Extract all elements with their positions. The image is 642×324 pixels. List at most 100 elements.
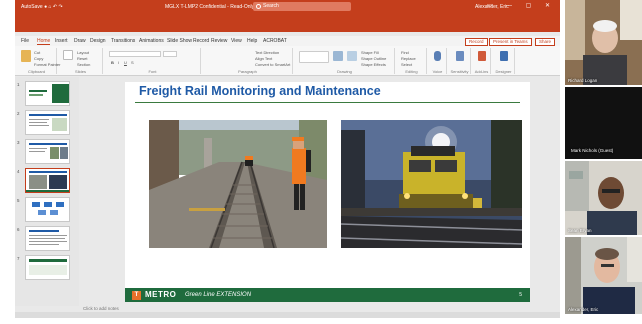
present-in-teams-button[interactable]: Present in Teams bbox=[489, 38, 532, 46]
replace-label[interactable]: Replace bbox=[401, 56, 416, 61]
group-slides: Layout Reset Section Slides bbox=[59, 48, 103, 74]
metro-logo: T bbox=[132, 291, 141, 300]
find-label[interactable]: Find bbox=[401, 50, 409, 55]
sensitivity-icon[interactable] bbox=[456, 51, 464, 61]
font-size-select[interactable] bbox=[163, 51, 177, 57]
group-sensitivity: Sensitivity bbox=[449, 48, 471, 74]
microphone-icon[interactable] bbox=[434, 51, 441, 61]
search-icon bbox=[256, 4, 261, 9]
tab-file[interactable]: File bbox=[21, 38, 29, 44]
slide-title[interactable]: Freight Rail Monitoring and Maintenance bbox=[139, 84, 381, 98]
group-label: Sensitivity bbox=[450, 69, 469, 74]
group-label: Font bbox=[148, 69, 157, 74]
ribbon-home: Cut Copy Format Painter Clipboard Layout… bbox=[15, 46, 560, 76]
slide-canvas[interactable]: Freight Rail Monitoring and Maintenance bbox=[125, 82, 530, 302]
tab-transitions[interactable]: Transitions bbox=[111, 38, 135, 44]
participant-tile-1[interactable]: Richard Logan bbox=[565, 0, 642, 85]
track-inspection-photo[interactable] bbox=[149, 120, 327, 248]
thumb-number: 6 bbox=[17, 227, 20, 232]
tab-insert[interactable]: Insert bbox=[55, 38, 68, 44]
maintenance-vehicle-image bbox=[341, 120, 522, 248]
copy-label[interactable]: Copy bbox=[34, 56, 43, 61]
shape-fill-label[interactable]: Shape Fill bbox=[361, 50, 379, 55]
slide-number: 5 bbox=[519, 292, 522, 298]
group-add-ins: Add-ins bbox=[473, 48, 491, 74]
arrange-icon[interactable] bbox=[333, 51, 343, 61]
footer-tagline: Green Line EXTENSION bbox=[185, 292, 252, 298]
tab-animations[interactable]: Animations bbox=[139, 38, 164, 44]
group-editing: Find Replace Select Editing bbox=[397, 48, 427, 74]
search-box[interactable]: Search bbox=[253, 2, 351, 11]
slide-thumbnail-1[interactable] bbox=[25, 81, 70, 106]
underline-button[interactable]: U bbox=[124, 60, 127, 65]
layout-label[interactable]: Layout bbox=[77, 50, 89, 55]
shape-effects-label[interactable]: Shape Effects bbox=[361, 62, 386, 67]
group-voice: Voice bbox=[429, 48, 447, 74]
participant-video-3 bbox=[565, 161, 642, 235]
title-rule bbox=[135, 102, 520, 103]
designer-icon[interactable] bbox=[500, 51, 508, 61]
group-clipboard: Cut Copy Format Painter Clipboard bbox=[17, 48, 60, 74]
tab-acrobat[interactable]: ACROBAT bbox=[263, 38, 287, 44]
tab-home[interactable]: Home bbox=[37, 38, 51, 45]
bold-button[interactable]: B bbox=[111, 60, 114, 65]
select-label[interactable]: Select bbox=[401, 62, 412, 67]
paste-icon[interactable] bbox=[21, 50, 31, 62]
search-placeholder: Search bbox=[263, 3, 279, 9]
group-label: Paragraph bbox=[238, 69, 257, 74]
slide-thumbnail-4[interactable] bbox=[25, 168, 70, 193]
italic-button[interactable]: I bbox=[118, 60, 119, 65]
group-label: Clipboard bbox=[27, 69, 46, 74]
group-label: Drawing bbox=[337, 69, 352, 74]
window-controls[interactable]: ▭ — ▢ ✕ bbox=[487, 2, 556, 9]
group-font: B I U S Font bbox=[105, 48, 201, 74]
participant-video-4 bbox=[565, 237, 642, 314]
participant-name: Mark Nichols (Guest) bbox=[571, 148, 614, 153]
text-direction-label[interactable]: Text Direction bbox=[255, 50, 279, 55]
tab-draw[interactable]: Draw bbox=[74, 38, 86, 44]
participant-tile-3[interactable]: Sean Bryan bbox=[565, 161, 642, 235]
cut-label[interactable]: Cut bbox=[34, 50, 40, 55]
slide-thumbnail-3[interactable] bbox=[25, 139, 70, 164]
new-slide-icon[interactable] bbox=[63, 50, 73, 60]
quick-styles-icon[interactable] bbox=[347, 51, 357, 61]
tab-record[interactable]: Record bbox=[193, 38, 209, 44]
slide-thumbnail-2[interactable] bbox=[25, 110, 70, 135]
reset-label[interactable]: Reset bbox=[77, 56, 87, 61]
participant-name: Richard Logan bbox=[568, 78, 598, 83]
group-label: Slides bbox=[75, 69, 86, 74]
add-ins-icon[interactable] bbox=[478, 51, 486, 61]
slide-thumbnail-6[interactable] bbox=[25, 226, 70, 251]
font-name-select[interactable] bbox=[109, 51, 161, 57]
thumb-number: 1 bbox=[17, 82, 20, 87]
slide-thumbnail-5[interactable] bbox=[25, 197, 70, 222]
quick-access-toolbar[interactable]: AutoSave ● ⌂ ↶ ↷ bbox=[21, 4, 63, 10]
thumb-number: 7 bbox=[17, 256, 20, 261]
tab-design[interactable]: Design bbox=[90, 38, 106, 44]
participant-tile-4[interactable]: Alexander, Eric bbox=[565, 237, 642, 314]
maintenance-vehicle-photo[interactable] bbox=[341, 120, 522, 248]
shape-outline-label[interactable]: Shape Outline bbox=[361, 56, 386, 61]
participant-name: Alexander, Eric bbox=[568, 307, 599, 312]
strike-button[interactable]: S bbox=[131, 60, 134, 65]
group-label: Add-ins bbox=[474, 69, 489, 74]
group-designer: Designer bbox=[493, 48, 515, 74]
group-label: Designer bbox=[495, 69, 512, 74]
tab-help[interactable]: Help bbox=[247, 38, 257, 44]
status-bar bbox=[15, 312, 560, 318]
tab-view[interactable]: View bbox=[231, 38, 242, 44]
slide-thumbnails-pane: 1 2 3 4 5 6 7 bbox=[15, 77, 79, 306]
thumb-number: 3 bbox=[17, 140, 20, 145]
slide-thumbnail-7[interactable] bbox=[25, 255, 70, 280]
format-painter-label[interactable]: Format Painter bbox=[34, 62, 60, 67]
tab-slide-show[interactable]: Slide Show bbox=[167, 38, 192, 44]
align-text-label[interactable]: Align Text bbox=[255, 56, 272, 61]
record-button[interactable]: Record bbox=[465, 38, 488, 46]
participant-tile-2[interactable]: Mark Nichols (Guest) bbox=[565, 87, 642, 159]
thumb-number: 4 bbox=[17, 169, 20, 174]
smartart-label[interactable]: Convert to SmartArt bbox=[255, 62, 290, 67]
section-label[interactable]: Section bbox=[77, 62, 90, 67]
shapes-gallery-icon[interactable] bbox=[299, 51, 329, 63]
share-button[interactable]: Share bbox=[535, 38, 556, 46]
tab-review[interactable]: Review bbox=[211, 38, 227, 44]
